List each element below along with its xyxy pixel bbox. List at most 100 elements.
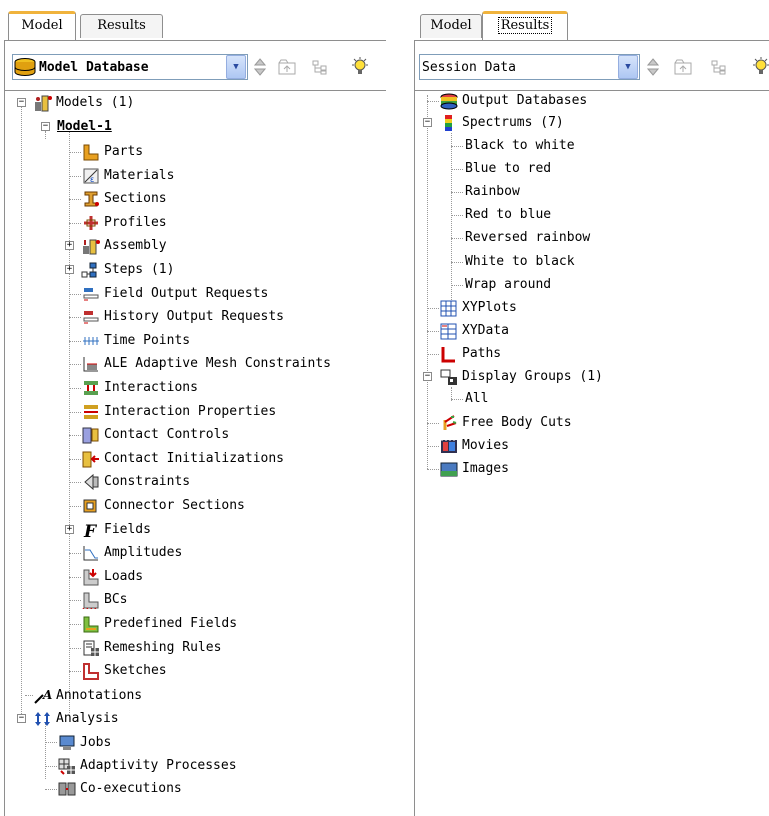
tree-node-spectrum-item[interactable]: Black to white <box>465 136 575 156</box>
tree-connector-line <box>451 146 463 147</box>
tree-node-spectrum-item[interactable]: Red to blue <box>465 205 551 225</box>
tree-node-loads[interactable]: Loads <box>81 567 143 587</box>
xyplots-icon <box>440 300 457 317</box>
tree-node-materials[interactable]: ε Materials <box>81 166 174 186</box>
tab-model[interactable]: Model <box>8 11 76 40</box>
tree-node-spectrums[interactable]: Spectrums (7) <box>439 113 564 133</box>
tree-node-interaction-properties[interactable]: Interaction Properties <box>81 402 276 422</box>
tree-connector-line <box>69 341 81 342</box>
tree-connector-line <box>69 317 81 318</box>
parent-folder-icon[interactable] <box>277 57 297 77</box>
tree-connector-line <box>427 354 439 355</box>
tree-node-xydata-label: XYData <box>462 323 509 338</box>
tree-node-predefined-fields[interactable]: Predefined Fields <box>81 614 237 634</box>
amplitudes-icon <box>83 546 98 561</box>
tree-node-profiles[interactable]: Profiles <box>81 213 167 233</box>
sort-arrows-icon[interactable] <box>643 57 663 77</box>
tree-node-sketches-label: Sketches <box>104 663 167 678</box>
tree-node-spectrums-label: Spectrums (7) <box>462 115 564 130</box>
tree-node-models[interactable]: Models (1) <box>33 93 134 113</box>
tree-connector-line <box>69 412 81 413</box>
tree-node-jobs[interactable]: Jobs <box>57 733 111 753</box>
tree-node-parts[interactable]: Parts <box>81 142 143 162</box>
tree-node-interactions-label: Interactions <box>104 380 198 395</box>
tree-node-bcs[interactable]: BCs <box>81 590 127 610</box>
parent-folder-icon[interactable] <box>673 57 693 77</box>
tree-connector-line <box>451 399 463 400</box>
tree-node-images[interactable]: Images <box>439 459 509 479</box>
tree-node-spectrum-item[interactable]: White to black <box>465 252 575 272</box>
tree-node-display-groups-label: Display Groups (1) <box>462 369 603 384</box>
tree-node-movies[interactable]: Movies <box>439 436 509 456</box>
tree-node-free-body-cuts[interactable]: Free Body Cuts <box>439 413 572 433</box>
tree-node-field-output-label: Field Output Requests <box>104 286 269 301</box>
tree-node-spectrum-item[interactable]: Wrap around <box>465 275 551 295</box>
tree-node-co-executions[interactable]: Co-executions <box>57 779 182 799</box>
lightbulb-icon[interactable] <box>350 57 370 77</box>
tree-node-history-output-label: History Output Requests <box>104 309 285 324</box>
lightbulb-icon[interactable] <box>751 57 769 77</box>
spectrum-icon <box>445 115 452 131</box>
tree-node-spectrum-item[interactable]: Blue to red <box>465 159 551 179</box>
tree-node-ale-constraints[interactable]: ALE Adaptive Mesh Constraints <box>81 354 331 374</box>
collapse-icon[interactable]: − <box>423 118 432 127</box>
tree-node-adaptivity-processes[interactable]: Adaptivity Processes <box>57 756 237 776</box>
tree-node-co-executions-label: Co-executions <box>80 781 182 796</box>
tree-node-display-groups[interactable]: Display Groups (1) <box>439 367 603 387</box>
collapse-icon[interactable]: − <box>423 372 432 381</box>
tree-node-connector-sections[interactable]: Connector Sections <box>81 496 245 516</box>
tree-node-output-databases[interactable]: Output Databases <box>439 91 587 111</box>
tree-node-xyplots[interactable]: XYPlots <box>439 298 517 318</box>
tree-node-display-group-all[interactable]: All <box>465 389 488 409</box>
svg-text:A: A <box>42 688 52 702</box>
tree-node-steps[interactable]: Steps (1) <box>81 260 174 280</box>
tree-node-sections[interactable]: Sections <box>81 189 167 209</box>
tree-node-sketches[interactable]: Sketches <box>81 661 167 681</box>
tree-node-paths[interactable]: Paths <box>439 344 501 364</box>
tree-node-xyplots-label: XYPlots <box>462 300 517 315</box>
expand-icon[interactable]: + <box>65 265 74 274</box>
tree-node-model-1-label: Model-1 <box>57 119 112 134</box>
model-database-select[interactable]: Model Database ▼ <box>12 54 248 80</box>
collapse-icon[interactable]: − <box>41 122 50 131</box>
tree-node-assembly[interactable]: Assembly <box>81 236 167 256</box>
tree-node-interactions[interactable]: Interactions <box>81 378 198 398</box>
session-data-select[interactable]: Session Data ▼ <box>419 54 640 80</box>
tree-connector-line <box>45 131 46 139</box>
expand-icon[interactable]: + <box>65 525 74 534</box>
tree-node-time-points[interactable]: Time Points <box>81 331 190 351</box>
tree-node-contact-initializations[interactable]: Contact Initializations <box>81 449 284 469</box>
tree-node-remeshing-rules[interactable]: Remeshing Rules <box>81 638 221 658</box>
tree-connector-line <box>69 553 81 554</box>
tree-node-fields[interactable]: F Fields <box>81 520 151 540</box>
chevron-down-icon[interactable]: ▼ <box>618 55 638 79</box>
movies-icon <box>441 439 457 453</box>
sort-arrows-icon[interactable] <box>250 57 270 77</box>
tree-node-constraints[interactable]: Constraints <box>81 472 190 492</box>
expand-icon[interactable]: + <box>65 241 74 250</box>
tree-node-spectrum-item[interactable]: Reversed rainbow <box>465 228 590 248</box>
tree-node-analysis[interactable]: Analysis <box>33 709 119 729</box>
tree-node-amplitudes[interactable]: Amplitudes <box>81 543 182 563</box>
tree-node-spectrum-item[interactable]: Rainbow <box>465 182 520 202</box>
collapse-icon[interactable]: − <box>17 714 26 723</box>
tree-connector-line <box>427 469 439 470</box>
collapse-icon[interactable]: − <box>17 98 26 107</box>
tree-node-model-1[interactable]: Model-1 <box>57 117 112 137</box>
tree-connector-line <box>45 723 46 779</box>
chevron-down-icon[interactable]: ▼ <box>226 55 246 79</box>
tree-filter-icon[interactable] <box>709 57 729 77</box>
tree-node-xydata[interactable]: XYData <box>439 321 509 341</box>
tree-filter-icon[interactable] <box>310 57 330 77</box>
tree-node-history-output[interactable]: History Output Requests <box>81 307 284 327</box>
tree-node-annotations[interactable]: A Annotations <box>33 686 142 706</box>
tab-model[interactable]: Model <box>420 14 482 38</box>
tree-connector-line <box>427 423 439 424</box>
tree-node-field-output[interactable]: Field Output Requests <box>81 284 268 304</box>
tree-connector-line <box>427 101 439 102</box>
tree-node-contact-controls[interactable]: Contact Controls <box>81 425 229 445</box>
tab-results[interactable]: Results <box>80 14 163 38</box>
tree-node-annotations-label: Annotations <box>56 688 143 703</box>
tree-node-constraints-label: Constraints <box>104 474 191 489</box>
tab-results[interactable]: Results <box>482 11 568 40</box>
